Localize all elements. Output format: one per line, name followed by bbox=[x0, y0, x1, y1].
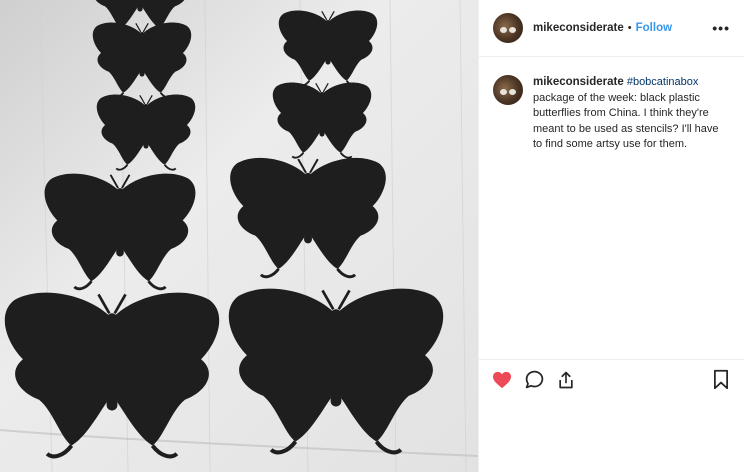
caption-text: package of the week: black plastic butte… bbox=[533, 91, 719, 151]
post-header: mikeconsiderate • Follow ••• bbox=[479, 0, 744, 57]
post-sidebar: mikeconsiderate • Follow ••• mikeconside… bbox=[478, 0, 744, 472]
bookmark-icon[interactable] bbox=[710, 369, 732, 391]
more-options-icon[interactable]: ••• bbox=[712, 20, 730, 36]
butterflies-photo bbox=[0, 0, 478, 472]
caption-avatar[interactable] bbox=[493, 75, 523, 105]
caption-comment: mikeconsiderate #bobcatinabox package of… bbox=[479, 57, 744, 153]
share-icon[interactable] bbox=[555, 369, 577, 391]
separator-dot: • bbox=[627, 22, 632, 34]
username-link[interactable]: mikeconsiderate bbox=[533, 22, 624, 34]
follow-button[interactable]: Follow bbox=[636, 22, 672, 34]
comment-icon[interactable] bbox=[523, 369, 545, 391]
post-image[interactable] bbox=[0, 0, 478, 472]
post-container: mikeconsiderate • Follow ••• mikeconside… bbox=[0, 0, 744, 472]
hashtag-link[interactable]: #bobcatinabox bbox=[627, 76, 699, 88]
action-bar bbox=[479, 359, 744, 399]
avatar[interactable] bbox=[493, 13, 523, 43]
caption-body: mikeconsiderate #bobcatinabox package of… bbox=[533, 75, 729, 153]
heart-icon[interactable] bbox=[491, 369, 513, 391]
caption-username-link[interactable]: mikeconsiderate bbox=[533, 76, 624, 88]
